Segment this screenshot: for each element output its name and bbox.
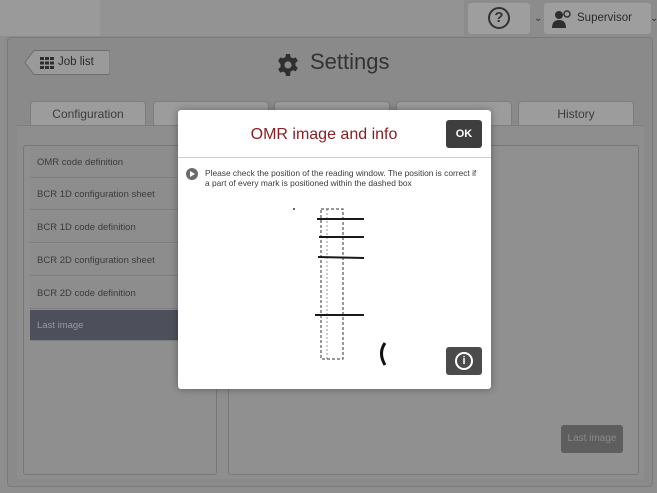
dialog-instruction: Please check the position of the reading… bbox=[205, 168, 477, 188]
grid-icon bbox=[40, 57, 54, 69]
top-bar-left-segment bbox=[0, 0, 100, 36]
last-image-button[interactable]: Last image bbox=[561, 425, 623, 453]
tab-configuration[interactable]: Configuration bbox=[30, 101, 146, 125]
dialog-title: OMR image and info bbox=[250, 126, 398, 143]
top-bar-status-area bbox=[100, 0, 464, 36]
sidebar-item-bcr-2d-configuration-sheet[interactable]: BCR 2D configuration sheet bbox=[30, 245, 201, 276]
omr-image-dialog: OMR image and info OK Please check the p… bbox=[178, 110, 491, 389]
sidebar-item-bcr-2d-code-definition[interactable]: BCR 2D code definition bbox=[30, 278, 201, 309]
info-circle-icon: i bbox=[455, 352, 473, 370]
question-circle-icon: ? bbox=[488, 7, 510, 29]
chevron-down-icon[interactable]: ⌄ bbox=[534, 13, 542, 24]
gear-icon bbox=[278, 54, 298, 76]
tab-history[interactable]: History bbox=[518, 101, 634, 125]
job-list-label: Job list bbox=[58, 56, 94, 68]
job-list-button[interactable]: Job list bbox=[24, 50, 110, 75]
sidebar-item-omr-code-definition[interactable]: OMR code definition bbox=[30, 147, 201, 178]
dialog-divider bbox=[178, 157, 491, 158]
info-button[interactable]: i bbox=[446, 347, 482, 375]
page-title-text: Settings bbox=[310, 49, 390, 74]
omr-scan-image bbox=[282, 207, 402, 385]
sidebar-item-bcr-1d-configuration-sheet[interactable]: BCR 1D configuration sheet bbox=[30, 179, 201, 210]
ok-button[interactable]: OK bbox=[446, 120, 482, 148]
sidebar-item-last-image[interactable]: Last image bbox=[30, 310, 201, 341]
chevron-right-circle-icon bbox=[186, 168, 198, 180]
user-chevron-down-icon[interactable]: ⌄ bbox=[650, 13, 657, 24]
user-gear-icon bbox=[552, 10, 571, 28]
help-button[interactable]: ? bbox=[468, 3, 530, 34]
user-role-label: Supervisor bbox=[577, 12, 632, 24]
sidebar-item-bcr-1d-code-definition[interactable]: BCR 1D code definition bbox=[30, 212, 201, 243]
user-menu-button[interactable]: Supervisor bbox=[544, 3, 651, 34]
